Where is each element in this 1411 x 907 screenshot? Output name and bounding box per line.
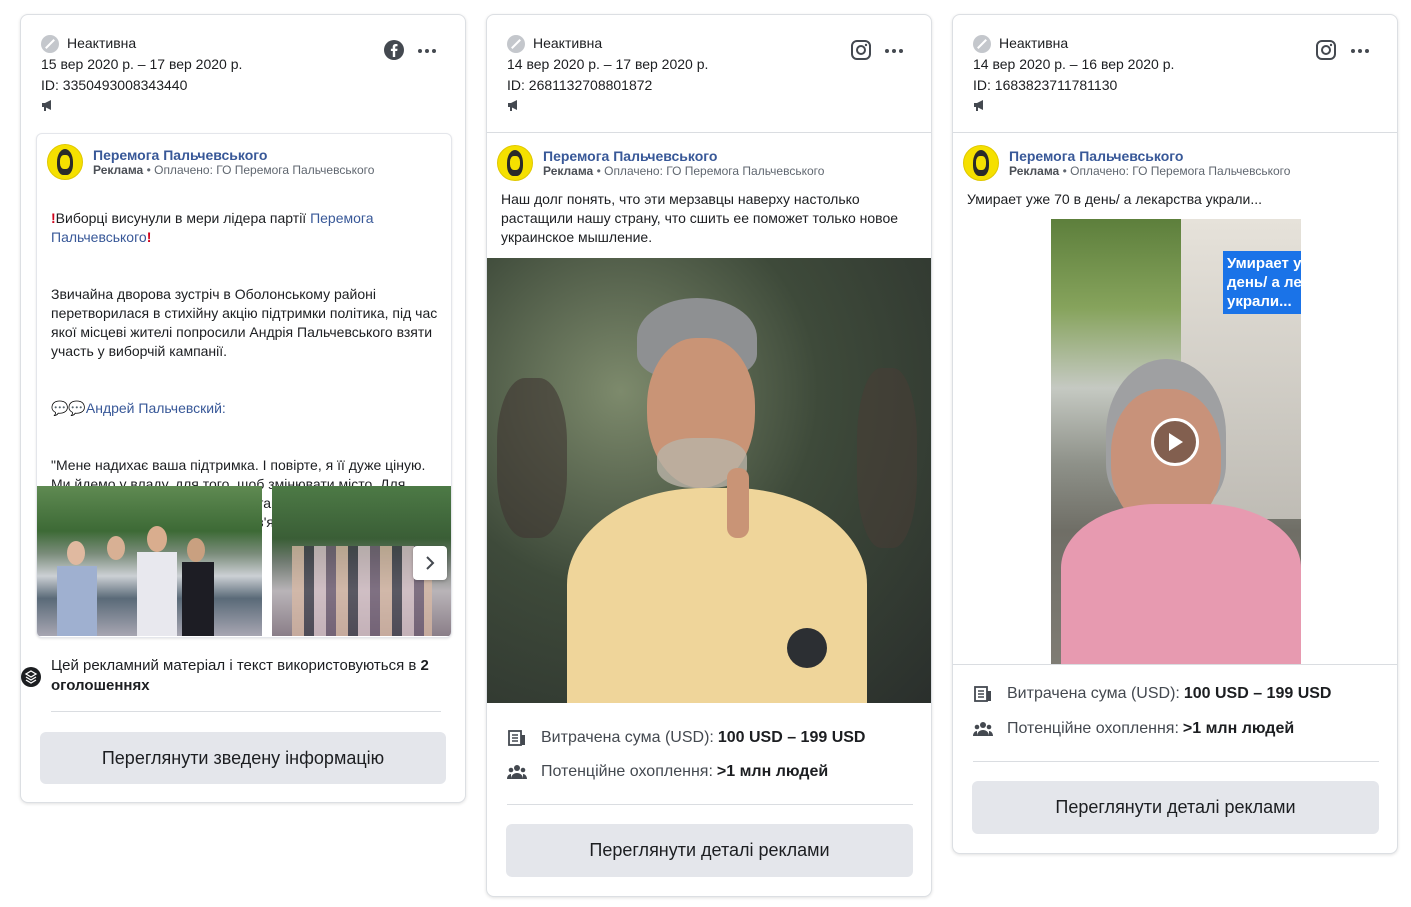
carousel-next-button[interactable]	[413, 546, 447, 580]
play-icon	[1169, 433, 1183, 451]
status-label: Неактивна	[999, 35, 1069, 51]
page-avatar[interactable]	[497, 145, 533, 181]
instagram-icon	[1316, 40, 1336, 60]
divider	[973, 761, 1379, 762]
facebook-icon	[384, 40, 404, 60]
divider	[487, 132, 931, 133]
divider	[953, 132, 1397, 133]
status-label: Неактивна	[67, 35, 137, 51]
ad-id: ID: 3350493008343440	[41, 77, 188, 93]
page-name-link[interactable]: Перемога Пальчевського	[93, 147, 374, 163]
instagram-icon	[851, 40, 871, 60]
sponsored-label: Реклама • Оплачено: ГО Перемога Пальчевс…	[93, 162, 375, 177]
view-ad-details-button[interactable]: Переглянути деталі реклами	[972, 781, 1379, 834]
divider	[51, 711, 441, 712]
ad-body-text: Наш долг понять, что эти мерзавцы наверх…	[501, 191, 899, 245]
more-options-icon[interactable]	[885, 49, 903, 55]
play-button[interactable]	[1151, 418, 1199, 466]
divider	[953, 664, 1397, 665]
ad-id: ID: 2681132708801872	[507, 77, 653, 93]
ad-card-1: Неактивна 15 вер 2020 р. – 17 вер 2020 р…	[20, 14, 466, 803]
people-icon	[973, 722, 993, 736]
reach-row: Потенційне охоплення: >1 млн людей	[507, 763, 828, 781]
page-name-link[interactable]: Перемога Пальчевського	[543, 148, 824, 164]
chevron-right-icon	[426, 556, 435, 570]
ad-image[interactable]	[487, 258, 931, 703]
ad-video[interactable]: Умирает уже 70 в день/ а лекарства украл…	[1051, 219, 1301, 664]
spend-row: Витрачена сума (USD): 100 USD – 199 USD	[973, 685, 1331, 703]
people-icon	[507, 765, 527, 779]
receipt-icon	[974, 686, 991, 702]
carousel-image-1[interactable]	[37, 486, 262, 636]
ad-card-2: Неактивна 14 вер 2020 р. – 17 вер 2020 р…	[486, 14, 932, 897]
sponsored-label: Реклама • Оплачено: ГО Перемога Пальчевс…	[1009, 163, 1291, 178]
view-ad-details-button[interactable]: Переглянути деталі реклами	[506, 824, 913, 877]
status-label: Неактивна	[533, 35, 603, 51]
sponsored-label: Реклама • Оплачено: ГО Перемога Пальчевс…	[543, 163, 825, 178]
megaphone-icon	[42, 100, 51, 111]
page-name-link[interactable]: Перемога Пальчевського	[1009, 148, 1290, 164]
megaphone-icon	[508, 100, 517, 111]
ad-preview: Перемога Пальчевського Реклама • Оплачен…	[36, 133, 452, 638]
reach-row: Потенційне охоплення: >1 млн людей	[973, 720, 1294, 738]
more-options-icon[interactable]	[418, 49, 436, 55]
megaphone-icon	[974, 100, 983, 111]
person-mention-link[interactable]: Андрей Пальчевский:	[86, 400, 226, 416]
view-summary-button[interactable]: Переглянути зведену інформацію	[40, 732, 446, 784]
exclamation-icon: !	[146, 229, 152, 245]
inactive-status-icon	[41, 34, 59, 53]
receipt-icon	[508, 730, 525, 746]
inactive-status-icon	[507, 34, 525, 53]
page-avatar[interactable]	[47, 144, 83, 180]
ad-card-3: Неактивна 14 вер 2020 р. – 16 вер 2020 р…	[952, 14, 1398, 854]
ad-body-text: Умирает уже 70 в день/ а лекарства украл…	[967, 191, 1263, 207]
video-caption-overlay: Умирает уже 70 в день/ а лекарства украл…	[1223, 251, 1301, 314]
inactive-status-icon	[973, 34, 991, 53]
speech-bubble-icon: 💬💬	[51, 400, 86, 416]
spend-row: Витрачена сума (USD): 100 USD – 199 USD	[507, 729, 865, 747]
more-options-icon[interactable]	[1351, 49, 1369, 55]
divider	[507, 804, 913, 805]
creative-usage-note: Цей рекламний матеріал і текст використо…	[51, 657, 429, 694]
layers-icon	[21, 667, 41, 687]
page-avatar[interactable]	[963, 145, 999, 181]
ad-id: ID: 1683823711781130	[973, 77, 1118, 93]
